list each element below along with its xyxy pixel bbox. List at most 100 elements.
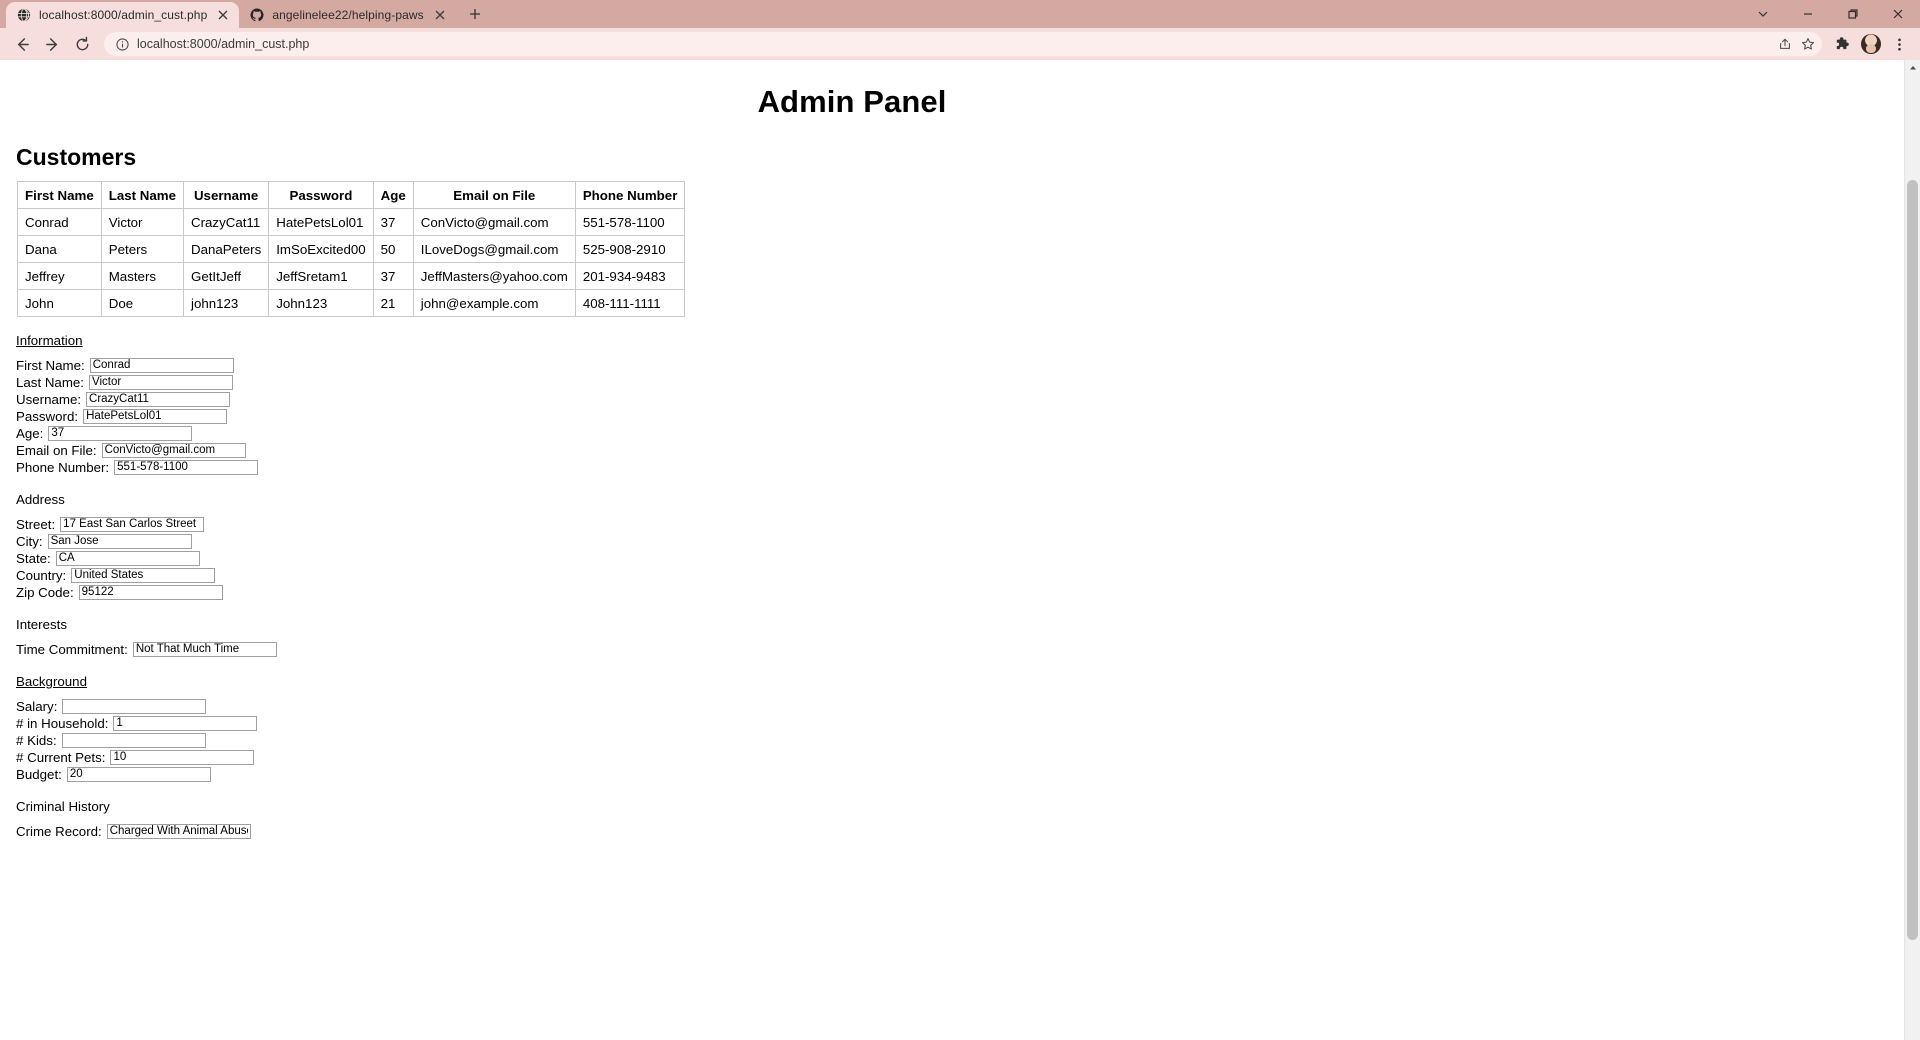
tab-title: localhost:8000/admin_cust.php — [39, 8, 208, 22]
site-info-icon[interactable] — [114, 36, 130, 52]
table-cell: John — [17, 289, 102, 317]
table-column-header: Username — [182, 181, 270, 209]
browser-toolbar: localhost:8000/admin_cust.php — [0, 28, 1920, 60]
form-field-row: Password: — [16, 408, 1904, 425]
form-field-row: Phone Number: — [16, 459, 1904, 476]
field-input[interactable] — [113, 716, 258, 731]
table-cell: JeffMasters@yahoo.com — [412, 262, 576, 290]
field-input[interactable] — [89, 358, 234, 373]
field-input[interactable] — [55, 551, 200, 566]
scroll-up-arrow-icon[interactable] — [1905, 60, 1920, 75]
field-label: First Name: — [16, 358, 85, 373]
extensions-puzzle-icon[interactable] — [1830, 31, 1856, 57]
table-cell: 551-578-1100 — [574, 208, 686, 236]
field-input[interactable] — [61, 733, 206, 748]
address-bar[interactable]: localhost:8000/admin_cust.php — [104, 32, 1822, 56]
table-header-row: First Name Last Name Username Password Age Em… — [17, 181, 686, 209]
field-label: Username: — [16, 392, 82, 407]
page-scrollbar[interactable] — [1904, 60, 1920, 1040]
field-label: Zip Code: — [16, 585, 74, 600]
section-heading: Address — [16, 492, 65, 507]
field-label: Budget: — [16, 767, 62, 782]
field-label: # Current Pets: — [16, 750, 106, 765]
table-cell: ConVicto@gmail.com — [412, 208, 576, 236]
field-input[interactable] — [60, 517, 205, 532]
field-input[interactable] — [114, 460, 259, 475]
table-cell: Doe — [100, 289, 185, 317]
table-cell: 201-934-9483 — [574, 262, 686, 290]
table-cell: 37 — [372, 208, 414, 236]
table-cell: 525-908-2910 — [574, 235, 686, 263]
minimize-icon[interactable] — [1785, 0, 1830, 28]
table-cell: john123 — [182, 289, 270, 317]
url-text: localhost:8000/admin_cust.php — [137, 37, 310, 51]
table-cell: JeffSretam1 — [268, 262, 374, 290]
maximize-icon[interactable] — [1830, 0, 1875, 28]
page-content-area: Admin Panel Customers First Name Last Nam… — [0, 60, 1904, 1040]
field-input[interactable] — [62, 699, 207, 714]
field-input[interactable] — [110, 750, 255, 765]
table-cell: 50 — [372, 235, 414, 263]
table-cell: 37 — [372, 262, 414, 290]
browser-tab-1[interactable]: angelinelee22/helping-paws — [239, 2, 455, 28]
browser-menu-icon[interactable] — [1886, 31, 1912, 57]
profile-avatar[interactable] — [1858, 31, 1884, 57]
scrollbar-thumb[interactable] — [1907, 180, 1918, 940]
globe-icon — [16, 8, 31, 23]
form-field-row: Salary: — [16, 698, 1904, 715]
table-cell: ILoveDogs@gmail.com — [412, 235, 576, 263]
field-label: Crime Record: — [16, 824, 102, 839]
form-field-row: State: — [16, 550, 1904, 567]
field-input[interactable] — [78, 585, 223, 600]
field-label: State: — [16, 551, 51, 566]
browser-tab-0[interactable]: localhost:8000/admin_cust.php — [6, 2, 240, 28]
page-title: Admin Panel — [757, 84, 947, 119]
form-field-row: Last Name: — [16, 374, 1904, 391]
section-heading: Information — [16, 333, 83, 348]
field-input[interactable] — [48, 426, 193, 441]
table-cell: john@example.com — [412, 289, 576, 317]
new-tab-button[interactable] — [462, 1, 488, 27]
field-label: # in Household: — [16, 716, 109, 731]
share-icon[interactable] — [1777, 36, 1793, 52]
field-input[interactable] — [47, 534, 192, 549]
form-field-row: Street: — [16, 516, 1904, 533]
field-label: Time Commitment: — [16, 642, 128, 657]
table-cell: Dana — [17, 235, 102, 263]
table-column-header: First Name — [17, 181, 102, 209]
form-field-row: # Kids: — [16, 732, 1904, 749]
table-cell: ImSoExcited00 — [268, 235, 374, 263]
reload-icon[interactable] — [68, 30, 96, 58]
field-label: Age: — [16, 426, 44, 441]
field-input[interactable] — [66, 767, 211, 782]
github-icon — [249, 8, 264, 23]
section-heading: Criminal History — [16, 799, 110, 814]
bookmark-star-icon[interactable] — [1800, 36, 1816, 52]
field-input[interactable] — [101, 443, 246, 458]
table-cell: John123 — [268, 289, 374, 317]
list-all-tabs-icon[interactable] — [1740, 0, 1785, 28]
close-window-icon[interactable] — [1875, 0, 1920, 28]
field-input[interactable] — [83, 409, 228, 424]
form-field-row: Age: — [16, 425, 1904, 442]
table-cell: Victor — [100, 208, 185, 236]
field-input[interactable] — [86, 392, 231, 407]
customers-heading: Customers — [16, 144, 137, 170]
tab-title: angelinelee22/helping-paws — [272, 8, 424, 22]
table-body: Conrad Victor CrazyCat11 HatePetsLol01 37 Con… — [17, 208, 686, 317]
forward-icon[interactable] — [38, 30, 66, 58]
table-column-header: Age — [372, 181, 414, 209]
close-icon[interactable] — [215, 7, 231, 23]
field-input[interactable] — [71, 568, 216, 583]
form-field-row: Username: — [16, 391, 1904, 408]
field-input[interactable] — [89, 375, 233, 390]
field-input[interactable] — [106, 824, 251, 839]
table-row: Dana Peters DanaPeters ImSoExcited00 50 ILove… — [17, 235, 686, 263]
tab-strip: localhost:8000/admin_cust.php angelinele… — [0, 0, 1920, 28]
table-cell: Jeffrey — [17, 262, 102, 290]
field-input[interactable] — [132, 642, 277, 657]
table-cell: HatePetsLol01 — [268, 208, 374, 236]
close-icon[interactable] — [432, 7, 448, 23]
field-label: Password: — [16, 409, 79, 424]
back-icon[interactable] — [8, 30, 36, 58]
